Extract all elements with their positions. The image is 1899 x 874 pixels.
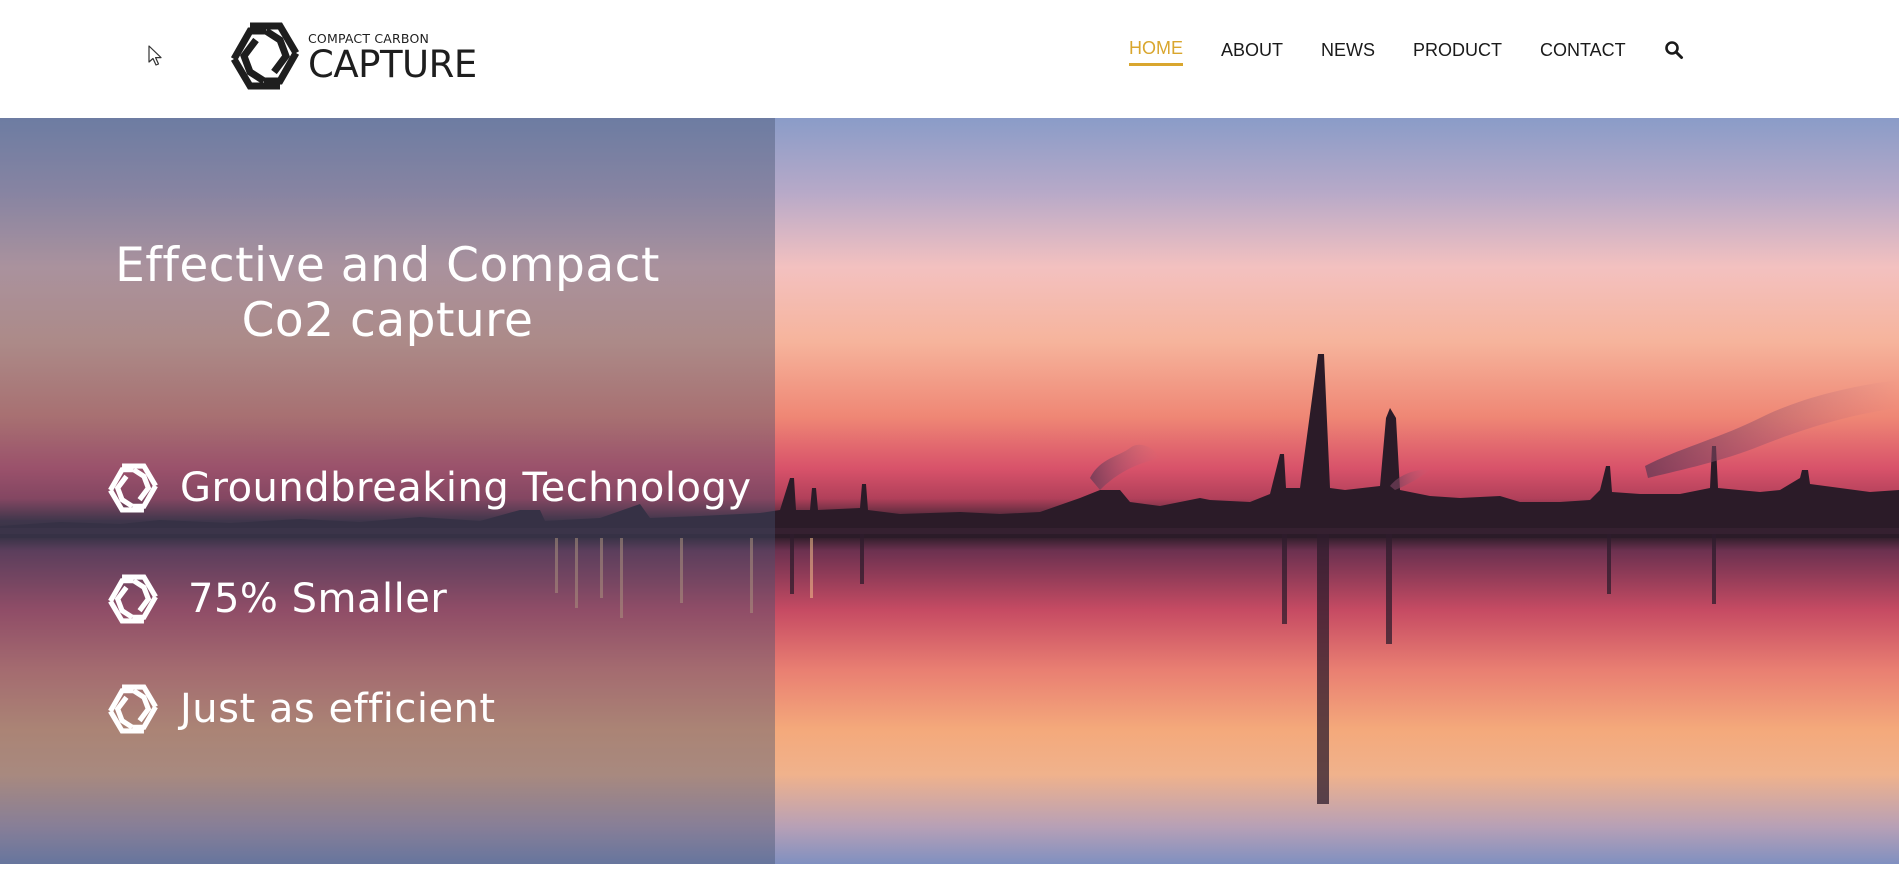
hexagon-knot-icon: [108, 684, 158, 734]
site-header: COMPACT CARBON CAPTURE HOME ABOUT NEWS P…: [0, 0, 1899, 118]
nav-item-home[interactable]: HOME: [1129, 38, 1183, 66]
main-nav: HOME ABOUT NEWS PRODUCT CONTACT: [1129, 38, 1684, 66]
hexagon-knot-icon: [108, 463, 158, 513]
search-icon[interactable]: [1664, 40, 1684, 60]
logo-link[interactable]: COMPACT CARBON CAPTURE: [228, 20, 477, 92]
hexagon-knot-icon: [108, 574, 158, 624]
nav-item-about[interactable]: ABOUT: [1221, 40, 1283, 65]
feature-item: 75% Smaller: [106, 572, 447, 626]
feature-label: Groundbreaking Technology: [180, 465, 752, 511]
feature-label: 75% Smaller: [188, 576, 448, 622]
hero-banner: Effective and Compact Co2 capture Ground…: [0, 118, 1899, 864]
nav-item-news[interactable]: NEWS: [1321, 40, 1375, 65]
mouse-cursor-icon: [148, 45, 162, 66]
logo-big-text: CAPTURE: [308, 43, 477, 86]
page-bottom-edge: [0, 864, 1899, 874]
hero-title: Effective and Compact Co2 capture: [115, 238, 660, 348]
hero-content: Effective and Compact Co2 capture Ground…: [0, 118, 775, 864]
feature-item: Groundbreaking Technology: [106, 461, 752, 515]
nav-item-product[interactable]: PRODUCT: [1413, 40, 1502, 65]
feature-item: Just as efficient: [106, 682, 496, 736]
hexagon-knot-logo-icon: [230, 22, 300, 90]
nav-item-contact[interactable]: CONTACT: [1540, 40, 1626, 65]
feature-label: Just as efficient: [180, 686, 496, 732]
